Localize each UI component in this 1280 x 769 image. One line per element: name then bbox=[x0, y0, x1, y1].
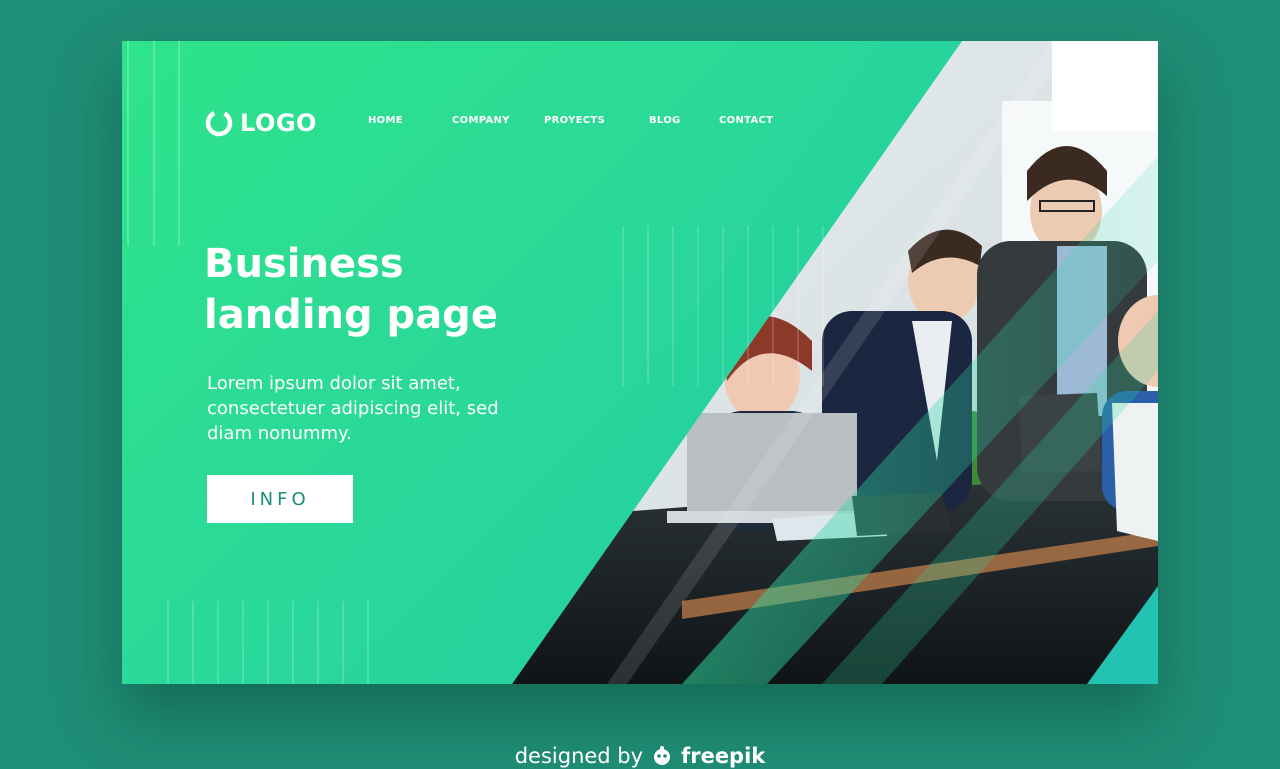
nav-proyects-link[interactable]: PROYECTS bbox=[544, 115, 605, 126]
hero-title-line: Business bbox=[204, 241, 404, 287]
logo-text: LOGO bbox=[240, 109, 317, 137]
info-button[interactable]: INFO bbox=[207, 475, 353, 523]
hero-description-line: consectetuer adipiscing elit, sed bbox=[207, 398, 499, 419]
credit-brand[interactable]: freepik bbox=[681, 744, 765, 768]
stripes-bottom-left bbox=[167, 601, 369, 684]
hero-title-line: landing page bbox=[204, 292, 498, 338]
nav-company-link[interactable]: COMPANY bbox=[452, 115, 510, 126]
stripes-middle bbox=[622, 226, 824, 386]
hero-title: Business landing page bbox=[204, 239, 584, 341]
credit-line: designed by freepik bbox=[0, 744, 1280, 768]
logo[interactable]: LOGO bbox=[204, 107, 317, 139]
hero-description: Lorem ipsum dolor sit amet, consectetuer… bbox=[207, 371, 567, 446]
nav-home-link[interactable]: HOME bbox=[368, 115, 403, 126]
landing-page-card: LOGO HOME COMPANY PROYECTS BLOG CONTACT … bbox=[122, 41, 1158, 684]
freepik-logo-icon bbox=[654, 746, 671, 765]
ring-logo-icon bbox=[205, 109, 233, 137]
nav-blog-link[interactable]: BLOG bbox=[649, 115, 681, 126]
nav-contact-link[interactable]: CONTACT bbox=[719, 115, 773, 126]
hero-description-line: diam nonummy. bbox=[207, 423, 352, 444]
credit-prefix: designed by bbox=[514, 744, 644, 768]
hero-description-line: Lorem ipsum dolor sit amet, bbox=[207, 373, 461, 394]
stripes-top-left bbox=[127, 41, 180, 246]
